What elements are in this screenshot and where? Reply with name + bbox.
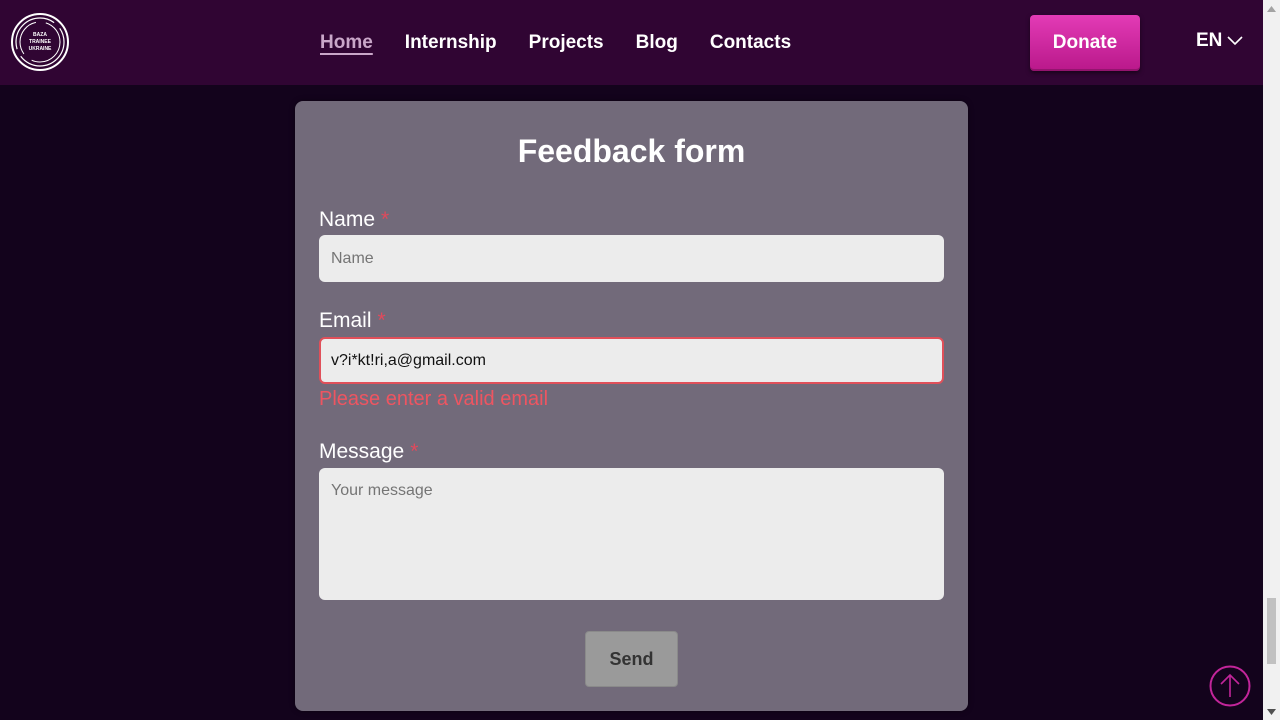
feedback-form-card: Feedback form Name* Email* Please enter … bbox=[295, 101, 968, 711]
email-input[interactable] bbox=[319, 337, 944, 384]
nav-blog[interactable]: Blog bbox=[636, 33, 678, 52]
logo-icon: BAZA TRAINEE UKRAINE bbox=[11, 13, 69, 71]
logo-line-3: UKRAINE bbox=[29, 46, 52, 52]
message-textarea[interactable] bbox=[319, 468, 944, 600]
logo-line-1: BAZA bbox=[33, 32, 47, 38]
required-mark: * bbox=[381, 208, 390, 231]
required-mark: * bbox=[410, 440, 419, 463]
arrow-up-icon bbox=[1209, 665, 1251, 707]
form-title: Feedback form bbox=[517, 133, 746, 169]
message-label-text: Message bbox=[319, 440, 405, 463]
scroll-up-arrow-icon[interactable] bbox=[1263, 0, 1280, 17]
donate-button[interactable]: Donate bbox=[1030, 15, 1140, 71]
nav-home[interactable]: Home bbox=[320, 33, 373, 52]
nav-projects[interactable]: Projects bbox=[529, 33, 604, 52]
required-mark: * bbox=[377, 309, 386, 332]
email-label: Email * bbox=[319, 309, 386, 333]
name-label: Name * bbox=[319, 208, 389, 232]
send-button[interactable]: Send bbox=[585, 631, 678, 687]
nav-internship[interactable]: Internship bbox=[405, 33, 497, 52]
main-nav: Home Internship Projects Blog Contacts bbox=[320, 0, 823, 85]
vertical-scrollbar[interactable] bbox=[1263, 0, 1280, 720]
nav-contacts[interactable]: Contacts bbox=[710, 33, 791, 52]
logo-line-2: TRAINEE bbox=[29, 39, 52, 45]
page: BAZA TRAINEE UKRAINE Home Internship Pro… bbox=[0, 0, 1263, 720]
site-header: BAZA TRAINEE UKRAINE Home Internship Pro… bbox=[0, 0, 1263, 85]
name-input[interactable] bbox=[319, 235, 944, 282]
email-error-message: Please enter a valid email bbox=[319, 388, 549, 410]
message-label: Message * bbox=[319, 440, 418, 464]
scrollbar-thumb[interactable] bbox=[1267, 598, 1276, 664]
chevron-down-icon bbox=[1227, 36, 1243, 46]
language-selector[interactable]: EN bbox=[1196, 30, 1243, 52]
scroll-down-arrow-icon[interactable] bbox=[1263, 703, 1280, 720]
email-label-text: Email bbox=[319, 309, 372, 332]
logo[interactable]: BAZA TRAINEE UKRAINE bbox=[10, 12, 70, 72]
scroll-to-top-button[interactable] bbox=[1209, 665, 1251, 707]
name-label-text: Name bbox=[319, 208, 376, 231]
language-label: EN bbox=[1196, 30, 1223, 51]
